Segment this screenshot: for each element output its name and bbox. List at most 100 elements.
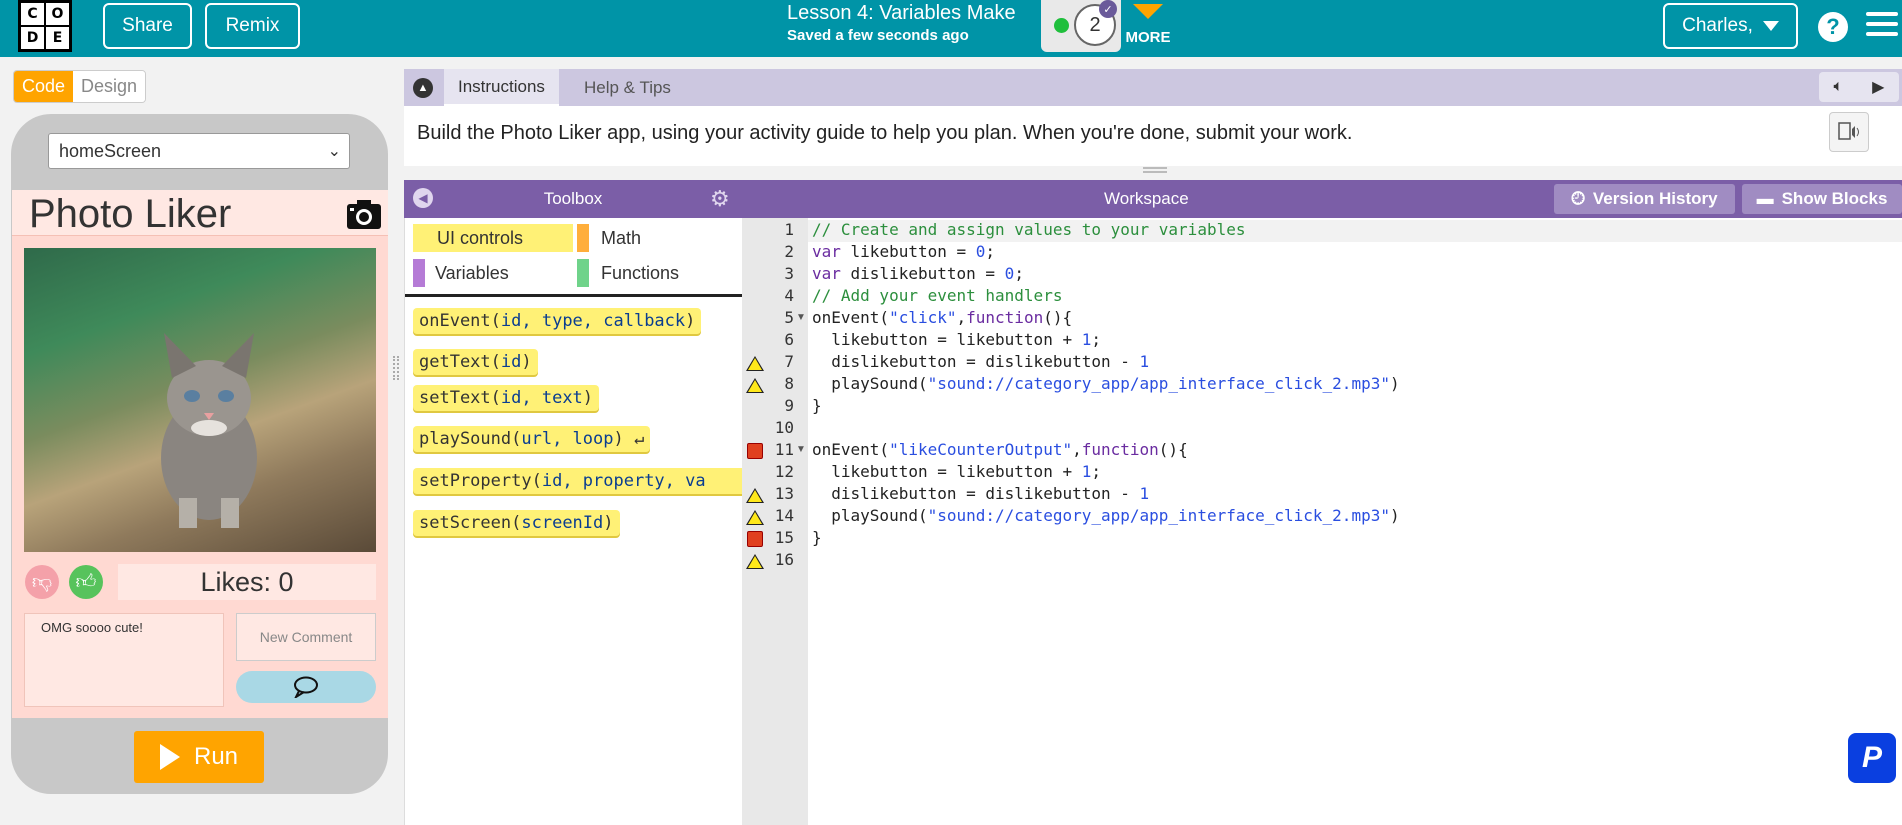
logo-letter: O: [46, 3, 69, 25]
code-text: onEvent("likeCounterOutput",function(){: [812, 440, 1188, 459]
code-line[interactable]: dislikebutton = dislikebutton - 1: [808, 352, 1902, 374]
code-line[interactable]: // Add your event handlers: [808, 286, 1902, 308]
block-playSound[interactable]: playSound(url, loop) ↵: [413, 426, 651, 452]
code-line[interactable]: var dislikebutton = 0;: [808, 264, 1902, 286]
workspace-title: Workspace: [1104, 189, 1189, 208]
code-line[interactable]: dislikebutton = dislikebutton - 1: [808, 484, 1902, 506]
comment-text: OMG soooo cute!: [24, 613, 224, 707]
toolbox-header: ◀ Toolbox ⚙: [404, 180, 742, 218]
more-button[interactable]: MORE: [1123, 0, 1173, 46]
block-setProperty[interactable]: setProperty(id, property, va: [413, 468, 743, 494]
code-mode-button[interactable]: Code: [14, 71, 74, 102]
run-button[interactable]: Run: [134, 731, 264, 783]
app-title-bar: Photo Liker: [12, 190, 388, 236]
gutter-line: 7: [742, 352, 808, 374]
code-line[interactable]: likebutton = likebutton + 1;: [808, 462, 1902, 484]
code-text: playSound("sound://category_app/app_inte…: [812, 374, 1400, 393]
line-number: 7: [784, 352, 794, 371]
code-line[interactable]: playSound("sound://category_app/app_inte…: [808, 506, 1902, 528]
play-icon[interactable]: ▶: [1872, 77, 1884, 97]
code-editor[interactable]: // Create and assign values to your vari…: [808, 218, 1902, 825]
speech-bubble-icon: [294, 676, 318, 698]
block-getText[interactable]: getText(id): [413, 349, 538, 375]
show-blocks-label: Show Blocks: [1781, 189, 1888, 208]
block-name: setScreen: [419, 513, 512, 533]
screen-select[interactable]: homeScreen ⌄: [48, 133, 350, 169]
code-line[interactable]: }: [808, 396, 1902, 418]
code-line[interactable]: playSound("sound://category_app/app_inte…: [808, 374, 1902, 396]
line-number: 1: [784, 220, 794, 239]
block-params: screenId: [521, 513, 604, 533]
show-blocks-button[interactable]: ▬ Show Blocks: [1742, 184, 1902, 214]
code-line[interactable]: [808, 550, 1902, 572]
code-text: // Create and assign values to your vari…: [812, 220, 1246, 239]
share-button[interactable]: Share: [103, 3, 192, 49]
line-number: 11: [774, 440, 794, 459]
tab-instructions[interactable]: Instructions: [444, 69, 559, 106]
code-line[interactable]: // Create and assign values to your vari…: [808, 220, 1902, 242]
caret-down-icon: [1762, 21, 1779, 31]
gutter-line: 4: [742, 286, 808, 308]
gutter-line: 16: [742, 550, 808, 572]
checkmark-icon: ✓: [1099, 0, 1117, 18]
play-icon: [159, 744, 180, 770]
help-icon[interactable]: ?: [1818, 12, 1848, 42]
block-params: id: [500, 352, 522, 372]
gutter-line: 14: [742, 506, 808, 528]
text-to-speech-icon[interactable]: [1829, 112, 1869, 152]
code-line[interactable]: likebutton = likebutton + 1;: [808, 330, 1902, 352]
clock-icon: 🕘︎: [1571, 189, 1585, 208]
line-number: 4: [784, 286, 794, 305]
likes-counter: Likes: 0: [118, 564, 376, 600]
category-ui-controls[interactable]: UI controls: [413, 224, 573, 252]
category-functions[interactable]: Functions: [601, 259, 679, 287]
line-number: 10: [774, 418, 794, 437]
line-number: 8: [784, 374, 794, 393]
toolbox-panel: UI controls Math Variables Functions onE…: [404, 218, 743, 825]
hamburger-menu-icon[interactable]: [1866, 12, 1898, 42]
user-name: Charles,: [1682, 15, 1753, 36]
remix-button[interactable]: Remix: [205, 3, 300, 49]
gutter-line: 9: [742, 396, 808, 418]
gutter-line: 12: [742, 462, 808, 484]
category-swatch: [577, 259, 589, 287]
code-line[interactable]: [808, 418, 1902, 440]
code-text: }: [812, 528, 822, 547]
chevron-down-icon: ⌄: [327, 143, 341, 160]
gear-icon[interactable]: ⚙: [710, 186, 730, 212]
code-org-logo[interactable]: C O D E: [18, 0, 72, 52]
version-history-button[interactable]: 🕘︎ Version History: [1554, 184, 1735, 214]
block-setScreen[interactable]: setScreen(screenId): [413, 510, 620, 536]
send-comment-button[interactable]: [236, 671, 376, 703]
category-swatch: [413, 259, 425, 287]
user-menu-button[interactable]: Charles,: [1663, 3, 1798, 49]
block-name: playSound: [419, 429, 512, 449]
dislike-button[interactable]: 👎︎: [25, 565, 59, 599]
fold-toggle-icon[interactable]: ▼: [796, 444, 806, 455]
camera-icon[interactable]: [346, 198, 382, 230]
line-number: 2: [784, 242, 794, 261]
like-button[interactable]: 👍︎: [69, 565, 103, 599]
panel-resize-handle[interactable]: [393, 356, 399, 380]
code-line[interactable]: onEvent("likeCounterOutput",function(){: [808, 440, 1902, 462]
code-line[interactable]: var likebutton = 0;: [808, 242, 1902, 264]
collapse-icon[interactable]: ▲: [413, 78, 433, 98]
code-line[interactable]: }: [808, 528, 1902, 550]
speaker-icon[interactable]: 🔈︎: [1834, 78, 1844, 96]
gutter-line: 2: [742, 242, 808, 264]
block-onEvent[interactable]: onEvent(id, type, callback): [413, 308, 702, 334]
new-comment-input[interactable]: New Comment: [236, 613, 376, 661]
code-text: likebutton = likebutton + 1;: [812, 462, 1101, 481]
progress-bubble-group[interactable]: 2 ✓: [1041, 0, 1121, 52]
vertical-resize-handle[interactable]: [1143, 167, 1167, 173]
fold-toggle-icon[interactable]: ▼: [796, 312, 806, 323]
category-variables[interactable]: Variables: [435, 259, 509, 287]
tab-help-tips[interactable]: Help & Tips: [580, 69, 675, 106]
block-setText[interactable]: setText(id, text): [413, 385, 600, 411]
audio-controls: 🔈︎ ▶: [1819, 72, 1899, 102]
category-math[interactable]: Math: [601, 224, 641, 252]
code-line[interactable]: onEvent("click",function(){: [808, 308, 1902, 330]
design-mode-button[interactable]: Design: [73, 71, 146, 102]
block-name: setText: [419, 388, 491, 408]
extension-badge[interactable]: P: [1848, 733, 1896, 783]
